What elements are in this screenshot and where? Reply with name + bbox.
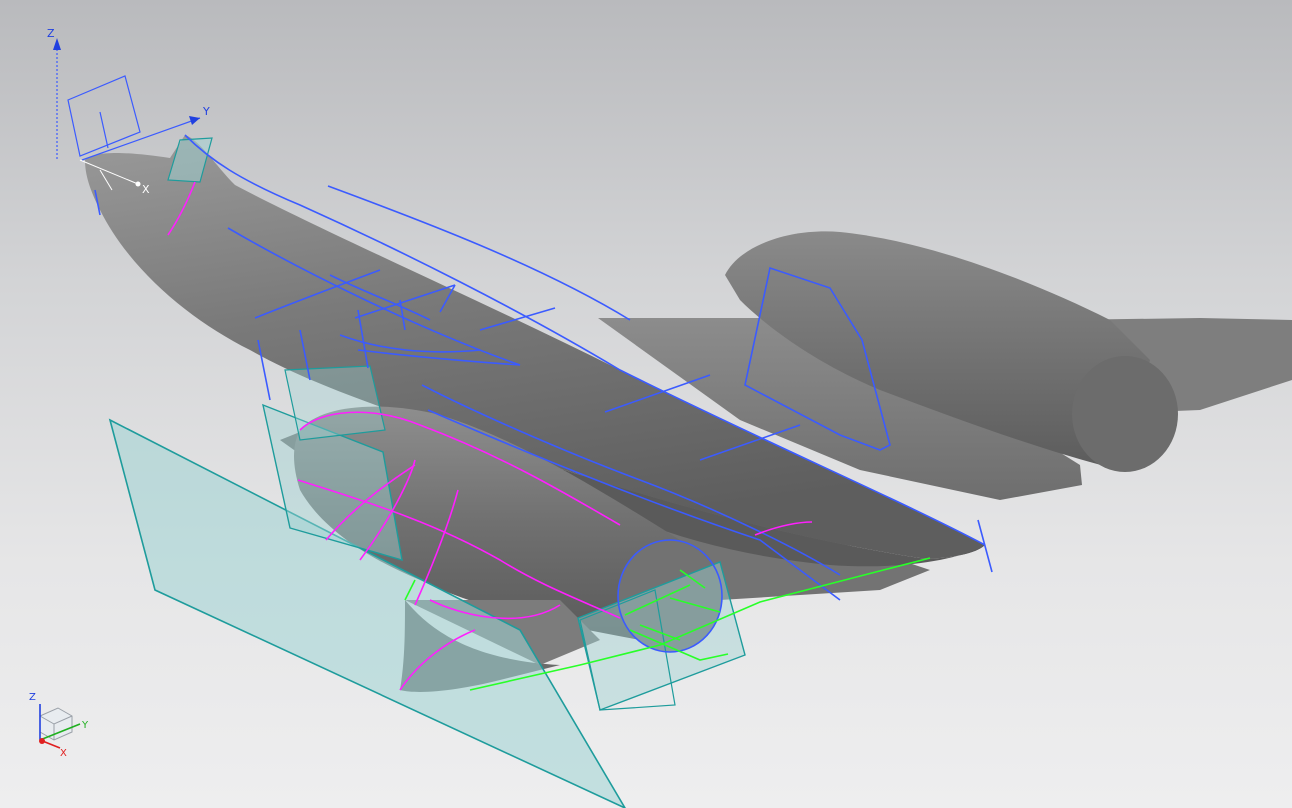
triad-cube-icon [39, 707, 73, 741]
triad-origin-icon [39, 738, 45, 744]
triad-z-label: Z [29, 692, 36, 703]
triad-x-label: X [60, 748, 67, 759]
y-axis-arrow-icon [189, 116, 200, 125]
csys-y-label: Y [202, 105, 210, 118]
csys-z-label: Z [47, 27, 55, 40]
triad-y-label: Y [81, 720, 89, 731]
csys-x-label: X [142, 183, 150, 196]
graphics-window[interactable]: Z Y X Z Y X [0, 0, 1292, 808]
view-triad[interactable]: Z Y X [29, 692, 89, 759]
x-axis-handle-icon [135, 181, 141, 187]
